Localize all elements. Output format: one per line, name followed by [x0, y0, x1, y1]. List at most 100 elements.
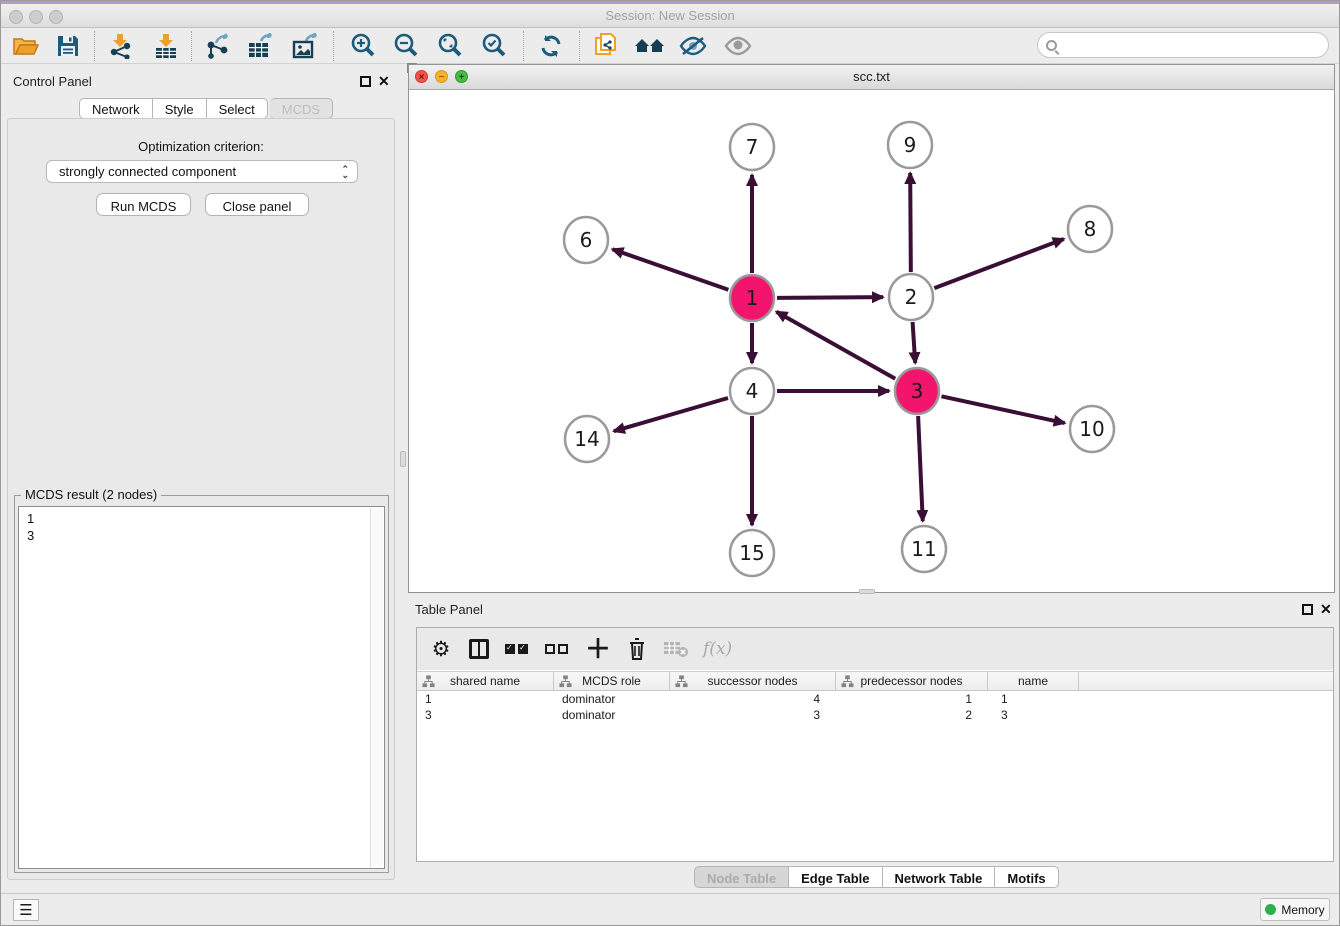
duplicate-network-icon [593, 32, 619, 60]
graph-node-label-1: 1 [746, 286, 759, 310]
search-input[interactable] [1062, 35, 1328, 55]
export-image-button[interactable] [287, 31, 325, 61]
graph-node-label-8: 8 [1084, 217, 1097, 241]
cell-name[interactable]: 3 [988, 708, 1079, 724]
network-window-title: scc.txt [409, 69, 1334, 84]
cell-name[interactable]: 1 [988, 692, 1079, 708]
close-panel-button[interactable]: Close panel [205, 193, 309, 216]
graph-edge-3-11[interactable] [918, 416, 923, 521]
horizontal-splitter-handle[interactable] [859, 589, 875, 594]
graph-edge-3-10[interactable] [941, 396, 1064, 423]
tab-network[interactable]: Network [79, 98, 153, 119]
toolbar-separator [191, 31, 192, 61]
graph-edge-2-9[interactable] [910, 173, 911, 272]
open-session-button[interactable] [7, 31, 45, 61]
plus-icon: ＋ [585, 639, 611, 659]
export-network-icon [204, 33, 232, 59]
table-row[interactable]: 3 dominator 3 2 3 [417, 708, 1333, 724]
tab-mcds[interactable]: MCDS [270, 98, 333, 119]
graph-edge-2-3[interactable] [913, 322, 916, 363]
graph-edge-1-2[interactable] [777, 297, 883, 298]
cell-predecessor-nodes[interactable]: 2 [836, 708, 988, 724]
table-row[interactable]: 1 dominator 4 1 1 [417, 692, 1333, 708]
graph-node-label-11: 11 [911, 537, 936, 561]
tab-node-table[interactable]: Node Table [694, 866, 789, 888]
add-row-button[interactable]: ＋ [585, 634, 611, 664]
gear-icon: ⚙ [432, 637, 451, 661]
zoom-out-button[interactable] [387, 31, 425, 61]
column-header-mcds-role[interactable]: MCDS role [554, 672, 670, 690]
graph-edge-4-14[interactable] [614, 398, 728, 431]
cell-successor-nodes[interactable]: 4 [670, 692, 836, 708]
export-table-button[interactable] [242, 31, 280, 61]
vertical-splitter-handle[interactable] [400, 451, 406, 467]
column-view-button[interactable] [467, 634, 491, 664]
memory-status-icon [1265, 904, 1276, 915]
run-mcds-button[interactable]: Run MCDS [96, 193, 191, 216]
graph-edge-3-1[interactable] [776, 312, 895, 379]
function-builder-button[interactable]: f(x) [703, 634, 732, 664]
tab-select[interactable]: Select [207, 98, 268, 119]
graph-edge-2-8[interactable] [934, 239, 1063, 288]
home-neighbors-button[interactable] [631, 31, 669, 61]
tab-network-table[interactable]: Network Table [883, 866, 996, 888]
column-header-shared-name[interactable]: shared name [417, 672, 554, 690]
cell-shared-name[interactable]: 1 [417, 692, 554, 708]
delete-table-icon [663, 640, 689, 658]
float-panel-icon[interactable] [360, 76, 371, 87]
main-toolbar [1, 28, 1339, 64]
mcds-result-group: MCDS result (2 nodes) 1 3 [14, 495, 389, 873]
column-view-icon [469, 639, 489, 659]
control-panel-title: Control Panel [13, 74, 92, 89]
close-panel-icon[interactable]: ✕ [378, 73, 390, 90]
graph-node-label-14: 14 [574, 427, 599, 451]
graph-edge-1-6[interactable] [612, 249, 728, 290]
mcds-result-text[interactable]: 1 3 [18, 506, 385, 869]
tab-motifs[interactable]: Motifs [995, 866, 1058, 888]
column-header-predecessor-nodes[interactable]: predecessor nodes [836, 672, 988, 690]
column-header-name[interactable]: name [988, 672, 1079, 690]
import-table-button[interactable] [147, 31, 185, 61]
cell-successor-nodes[interactable]: 3 [670, 708, 836, 724]
cell-mcds-role[interactable]: dominator [554, 708, 670, 724]
column-header-successor-nodes[interactable]: successor nodes [670, 672, 836, 690]
cell-shared-name[interactable]: 3 [417, 708, 554, 724]
network-view-window: × − + scc.txt 7968124314101511 [408, 64, 1335, 593]
import-network-button[interactable] [101, 31, 139, 61]
float-table-panel-icon[interactable] [1302, 604, 1313, 615]
memory-button[interactable]: Memory [1260, 898, 1330, 921]
task-history-button[interactable]: ☰ [13, 899, 39, 921]
result-scrollbar[interactable] [370, 508, 383, 867]
tab-style[interactable]: Style [153, 98, 207, 119]
delete-row-button[interactable] [625, 634, 649, 664]
memory-label: Memory [1281, 903, 1324, 917]
zoom-in-button[interactable] [344, 31, 382, 61]
cell-mcds-role[interactable]: dominator [554, 692, 670, 708]
zoom-selected-icon [481, 33, 507, 59]
network-window-titlebar[interactable]: × − + scc.txt [409, 65, 1334, 90]
list-icon: ☰ [19, 901, 32, 919]
table-body: 1 dominator 4 1 1 3 dominator 3 2 3 [417, 692, 1333, 861]
zoom-fit-button[interactable] [431, 31, 469, 61]
show-preview-button[interactable] [719, 31, 757, 61]
select-all-button[interactable] [505, 634, 531, 664]
delete-table-button[interactable] [663, 634, 689, 664]
export-network-button[interactable] [199, 31, 237, 61]
save-session-button[interactable] [49, 31, 87, 61]
import-table-icon [153, 33, 179, 59]
titlebar[interactable]: Session: New Session [1, 4, 1339, 28]
hide-unselected-button[interactable] [674, 31, 712, 61]
network-graph[interactable]: 7968124314101511 [409, 90, 1334, 592]
zoom-selected-button[interactable] [475, 31, 513, 61]
close-table-panel-icon[interactable]: ✕ [1320, 601, 1332, 618]
refresh-button[interactable] [532, 31, 570, 61]
node-table-container: ⚙ ＋ [416, 627, 1334, 862]
criterion-dropdown[interactable]: strongly connected component ⌃⌄ [46, 160, 358, 183]
tab-edge-table[interactable]: Edge Table [789, 866, 882, 888]
duplicate-network-button[interactable] [587, 31, 625, 61]
cell-predecessor-nodes[interactable]: 1 [836, 692, 988, 708]
network-canvas[interactable]: 7968124314101511 [409, 90, 1334, 592]
search-box[interactable] [1037, 32, 1329, 58]
table-settings-button[interactable]: ⚙ [429, 634, 453, 664]
deselect-all-button[interactable] [545, 634, 571, 664]
